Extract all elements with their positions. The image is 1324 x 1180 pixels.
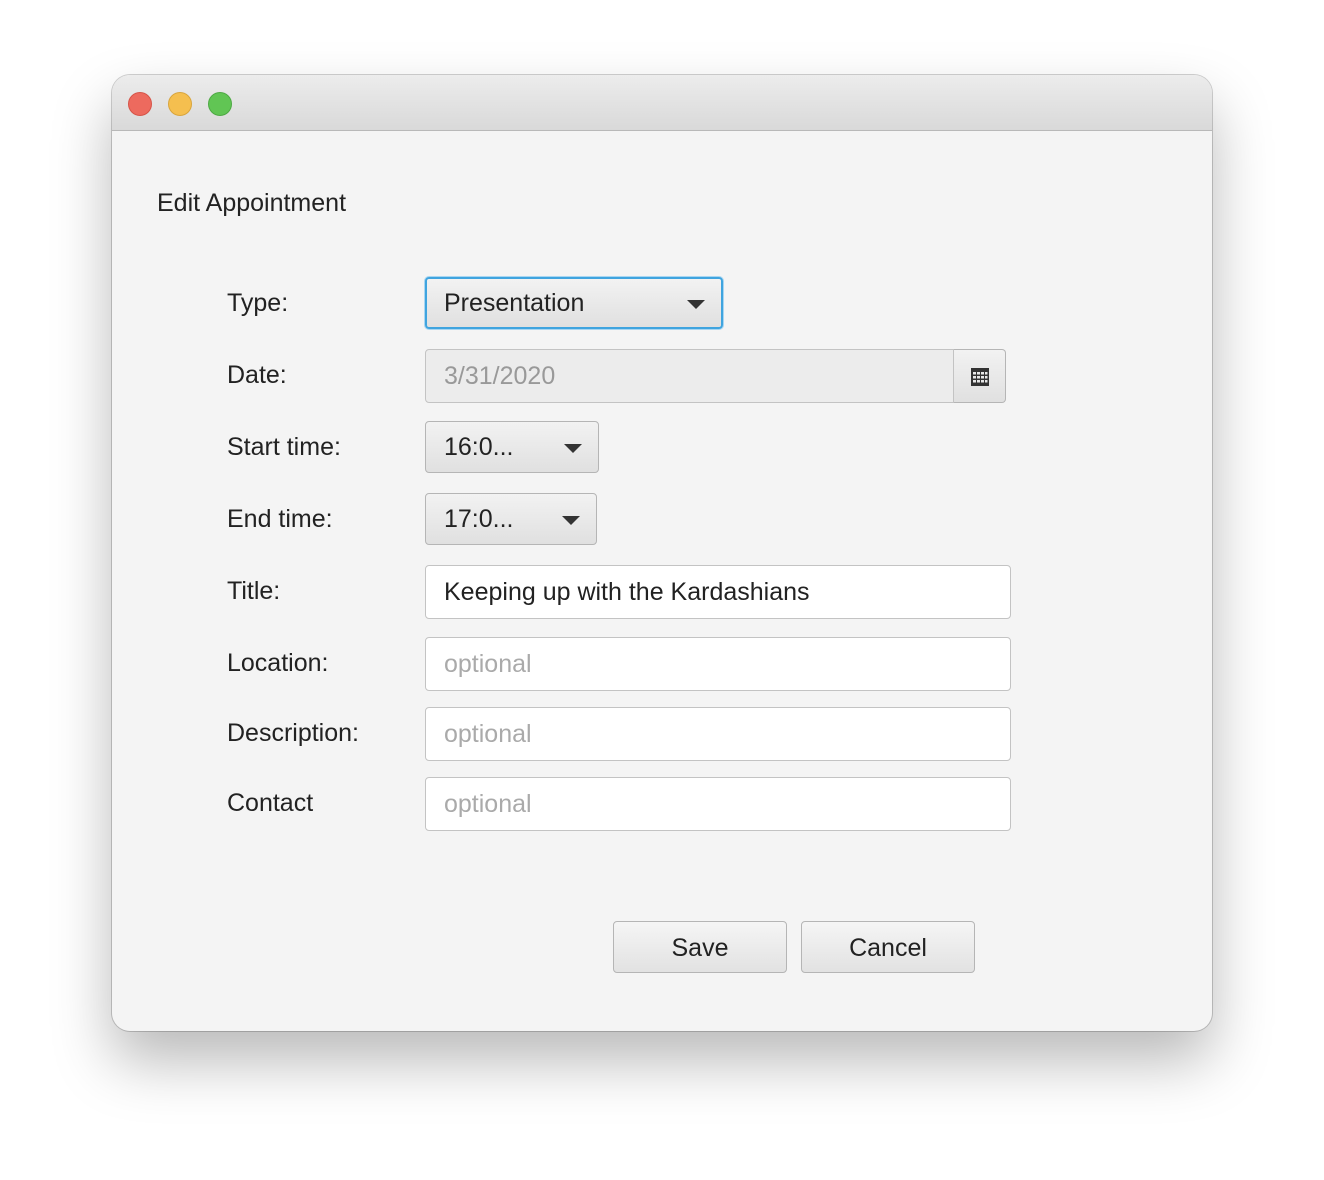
date-value: 3/31/2020 <box>444 362 556 390</box>
type-value: Presentation <box>444 289 585 317</box>
date-picker-button[interactable] <box>954 349 1006 403</box>
minimize-window-button[interactable] <box>168 92 192 116</box>
description-input[interactable] <box>425 707 1011 761</box>
type-combobox[interactable]: Presentation <box>425 277 723 329</box>
location-label: Location: <box>227 649 329 677</box>
contact-label: Contact <box>227 789 314 817</box>
end-time-combobox[interactable]: 17:0... <box>425 493 597 545</box>
zoom-window-button[interactable] <box>208 92 232 116</box>
start-time-value: 16:0... <box>444 433 514 461</box>
chevron-down-icon <box>562 516 580 525</box>
chevron-down-icon <box>687 300 705 309</box>
save-button[interactable]: Save <box>613 921 787 973</box>
edit-appointment-window: Edit Appointment Type: Presentation Date… <box>112 75 1212 1031</box>
title-bar[interactable] <box>112 75 1212 131</box>
description-label: Description: <box>227 719 359 747</box>
form-heading: Edit Appointment <box>157 189 347 217</box>
title-input[interactable] <box>425 565 1011 619</box>
cancel-button[interactable]: Cancel <box>801 921 975 973</box>
contact-input[interactable] <box>425 777 1011 831</box>
type-label: Type: <box>227 289 289 317</box>
close-window-button[interactable] <box>128 92 152 116</box>
date-label: Date: <box>227 361 287 389</box>
end-time-value: 17:0... <box>444 505 514 533</box>
date-field[interactable]: 3/31/2020 <box>425 349 954 403</box>
location-input[interactable] <box>425 637 1011 691</box>
start-time-label: Start time: <box>227 433 341 461</box>
end-time-label: End time: <box>227 505 333 533</box>
start-time-combobox[interactable]: 16:0... <box>425 421 599 473</box>
chevron-down-icon <box>564 444 582 453</box>
calendar-icon <box>971 368 989 386</box>
title-label: Title: <box>227 577 281 605</box>
